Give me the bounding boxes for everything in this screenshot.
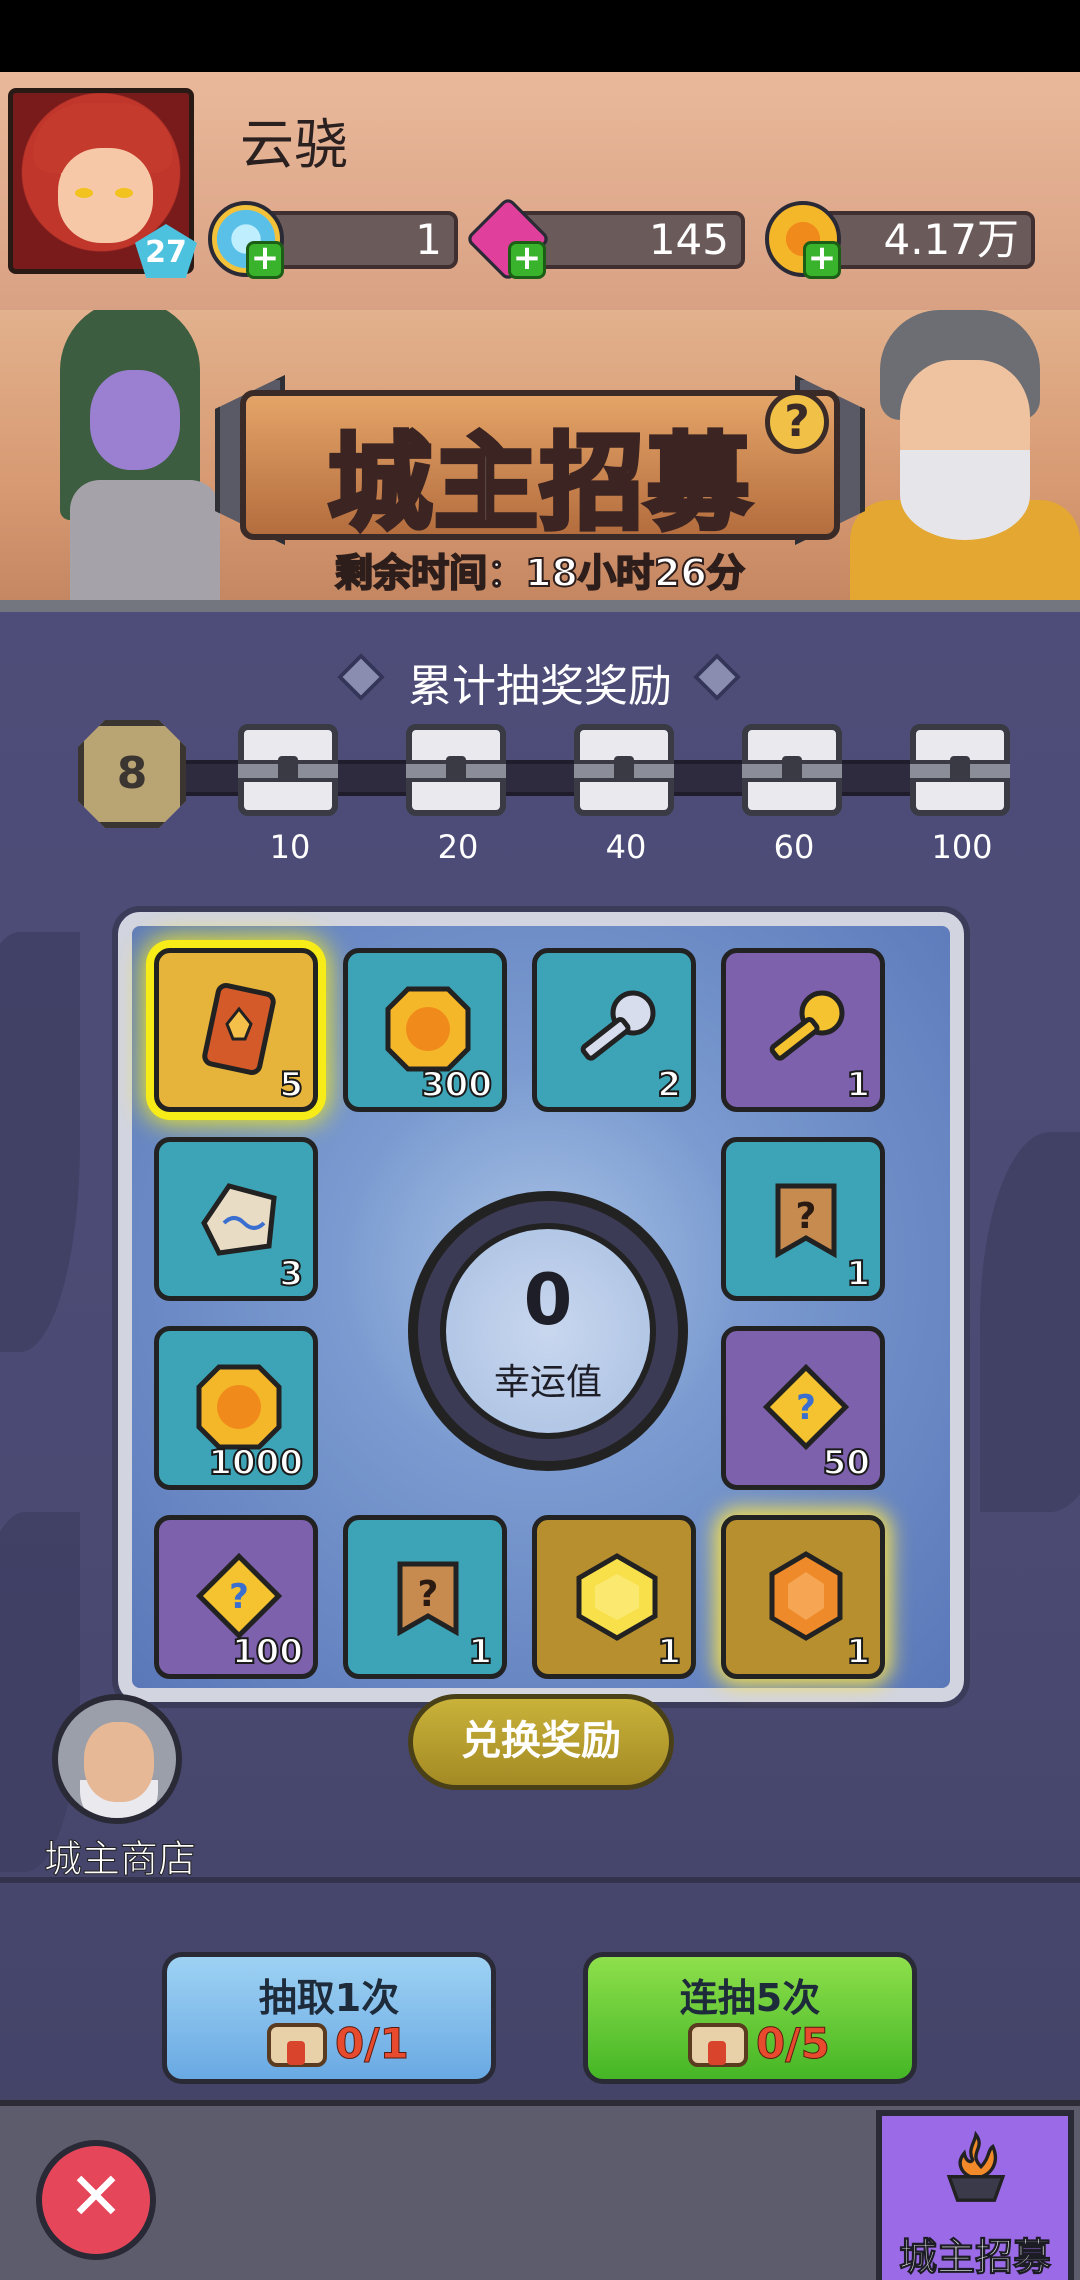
milestone-chest-10[interactable] xyxy=(238,724,338,816)
divider xyxy=(0,1877,1080,1883)
puzzle-piece-icon: ? xyxy=(195,1552,283,1640)
svg-text:?: ? xyxy=(796,1388,816,1428)
tab-label: 城主招募 xyxy=(898,2235,1051,2280)
reward-tile[interactable]: ? 100 xyxy=(154,1515,318,1679)
reward-tile[interactable]: ? 1 xyxy=(343,1515,507,1679)
lord-shop-button[interactable] xyxy=(52,1694,182,1824)
milestone-chest-60[interactable] xyxy=(742,724,842,816)
recruit-scroll-icon xyxy=(267,2023,327,2067)
orange-gem-icon xyxy=(769,1551,843,1641)
silver-key-icon xyxy=(580,990,656,1061)
draw-count-badge: 8 xyxy=(78,720,186,828)
gold-key-icon xyxy=(769,990,845,1061)
milestone-label: 60 xyxy=(773,828,815,866)
card-icon xyxy=(202,983,276,1075)
draw-once-button[interactable]: 抽取1次 0/1 xyxy=(162,1952,496,2084)
fire-brazier-icon xyxy=(946,2130,1006,2202)
milestone-label: 100 xyxy=(931,828,993,866)
reward-tile[interactable]: ? 50 xyxy=(721,1326,885,1490)
yellow-gem-icon xyxy=(576,1553,658,1641)
milestone-label: 40 xyxy=(605,828,647,866)
milestone-chest-40[interactable] xyxy=(574,724,674,816)
lord-shop-label[interactable]: 城主商店 xyxy=(20,1828,220,1883)
reward-count: 1 xyxy=(656,1631,682,1673)
luck-meter: 0 幸运值 xyxy=(408,1191,688,1471)
reward-count: 5 xyxy=(278,1064,304,1106)
currency-blue-gem: 1 + xyxy=(208,201,458,279)
gold-coin-icon xyxy=(196,1364,282,1450)
currency-pink-diamond: 145 + xyxy=(465,196,745,282)
milestone-label: 20 xyxy=(437,828,479,866)
recruit-banner: 城主招募 ? 剩余时间：18小时26分 xyxy=(0,310,1080,600)
reward-tile[interactable]: ? 1 xyxy=(721,1137,885,1301)
draw-five-label: 连抽5次 xyxy=(679,1976,821,2020)
help-button[interactable]: ? xyxy=(765,390,829,454)
reward-tile[interactable]: 1000 xyxy=(154,1326,318,1490)
milestone-title: 累计抽奖奖励 xyxy=(408,661,672,712)
draw-once-cost: 0/1 xyxy=(335,2019,410,2069)
reward-count: 3 xyxy=(278,1253,304,1295)
reward-tile[interactable]: 5 xyxy=(154,948,318,1112)
milestone-chest-100[interactable] xyxy=(910,724,1010,816)
bottom-bar: ✕ 城主招募 xyxy=(0,2100,1080,2280)
mystery-banner-icon: ? xyxy=(775,1183,837,1259)
reward-tile[interactable]: 3 xyxy=(154,1137,318,1301)
add-blue-gem-button[interactable]: + xyxy=(246,241,284,279)
reward-tile[interactable]: 300 xyxy=(343,948,507,1112)
reward-count: 1000 xyxy=(207,1442,304,1484)
draw-five-cost: 0/5 xyxy=(756,2019,831,2069)
add-diamond-button[interactable]: + xyxy=(508,241,546,279)
reward-count: 1 xyxy=(845,1253,871,1295)
mystery-banner-icon: ? xyxy=(397,1561,459,1637)
reward-count: 100 xyxy=(231,1631,304,1673)
player-header: 27 云骁 1 + 145 + 4.17万 + 石 xyxy=(0,72,1080,384)
reward-tile[interactable]: 2 xyxy=(532,948,696,1112)
reward-tile[interactable]: 1 xyxy=(721,1515,885,1679)
exchange-rewards-button[interactable]: 兑换奖励 xyxy=(408,1694,674,1790)
currency-gold-coin: 4.17万 + xyxy=(765,201,1035,279)
remaining-time: 剩余时间：18小时26分 xyxy=(334,550,746,596)
player-name: 云骁 xyxy=(240,113,348,176)
add-gold-button[interactable]: + xyxy=(803,241,841,279)
rune-stone-icon xyxy=(201,1183,277,1256)
reward-count: 1 xyxy=(467,1631,493,1673)
page-title: 城主招募 xyxy=(325,420,752,547)
reward-count: 2 xyxy=(656,1064,682,1106)
svg-text:?: ? xyxy=(796,1196,817,1237)
reward-count: 50 xyxy=(822,1442,871,1484)
recruit-panel: 累计抽奖奖励 8 10 20 40 60 100 5 300 2 1 3 ? 1… xyxy=(0,600,1080,2100)
svg-text:?: ? xyxy=(229,1577,249,1617)
luck-value: 0 xyxy=(523,1259,573,1341)
status-bar xyxy=(0,0,1080,72)
luck-label: 幸运值 xyxy=(493,1362,602,1403)
draw-five-button[interactable]: 连抽5次 0/5 xyxy=(583,1952,917,2084)
milestone-label: 10 xyxy=(269,828,311,866)
reward-tile[interactable]: 1 xyxy=(532,1515,696,1679)
reward-count: 1 xyxy=(845,1631,871,1673)
tab-lord-recruit[interactable]: 城主招募 xyxy=(876,2110,1074,2280)
reward-count: 300 xyxy=(420,1064,493,1106)
puzzle-piece-icon: ? xyxy=(762,1363,850,1451)
reward-board: 5 300 2 1 3 ? 1 1000 ? 50 ? 100 ? 1 1 1 … xyxy=(118,912,964,1702)
gold-coin-icon xyxy=(385,986,471,1072)
reward-count: 1 xyxy=(845,1064,871,1106)
close-button[interactable]: ✕ xyxy=(36,2140,156,2260)
draw-once-label: 抽取1次 xyxy=(258,1976,400,2020)
milestone-chest-20[interactable] xyxy=(406,724,506,816)
svg-text:?: ? xyxy=(418,1574,439,1615)
recruit-scroll-icon xyxy=(688,2023,748,2067)
reward-tile[interactable]: 1 xyxy=(721,948,885,1112)
